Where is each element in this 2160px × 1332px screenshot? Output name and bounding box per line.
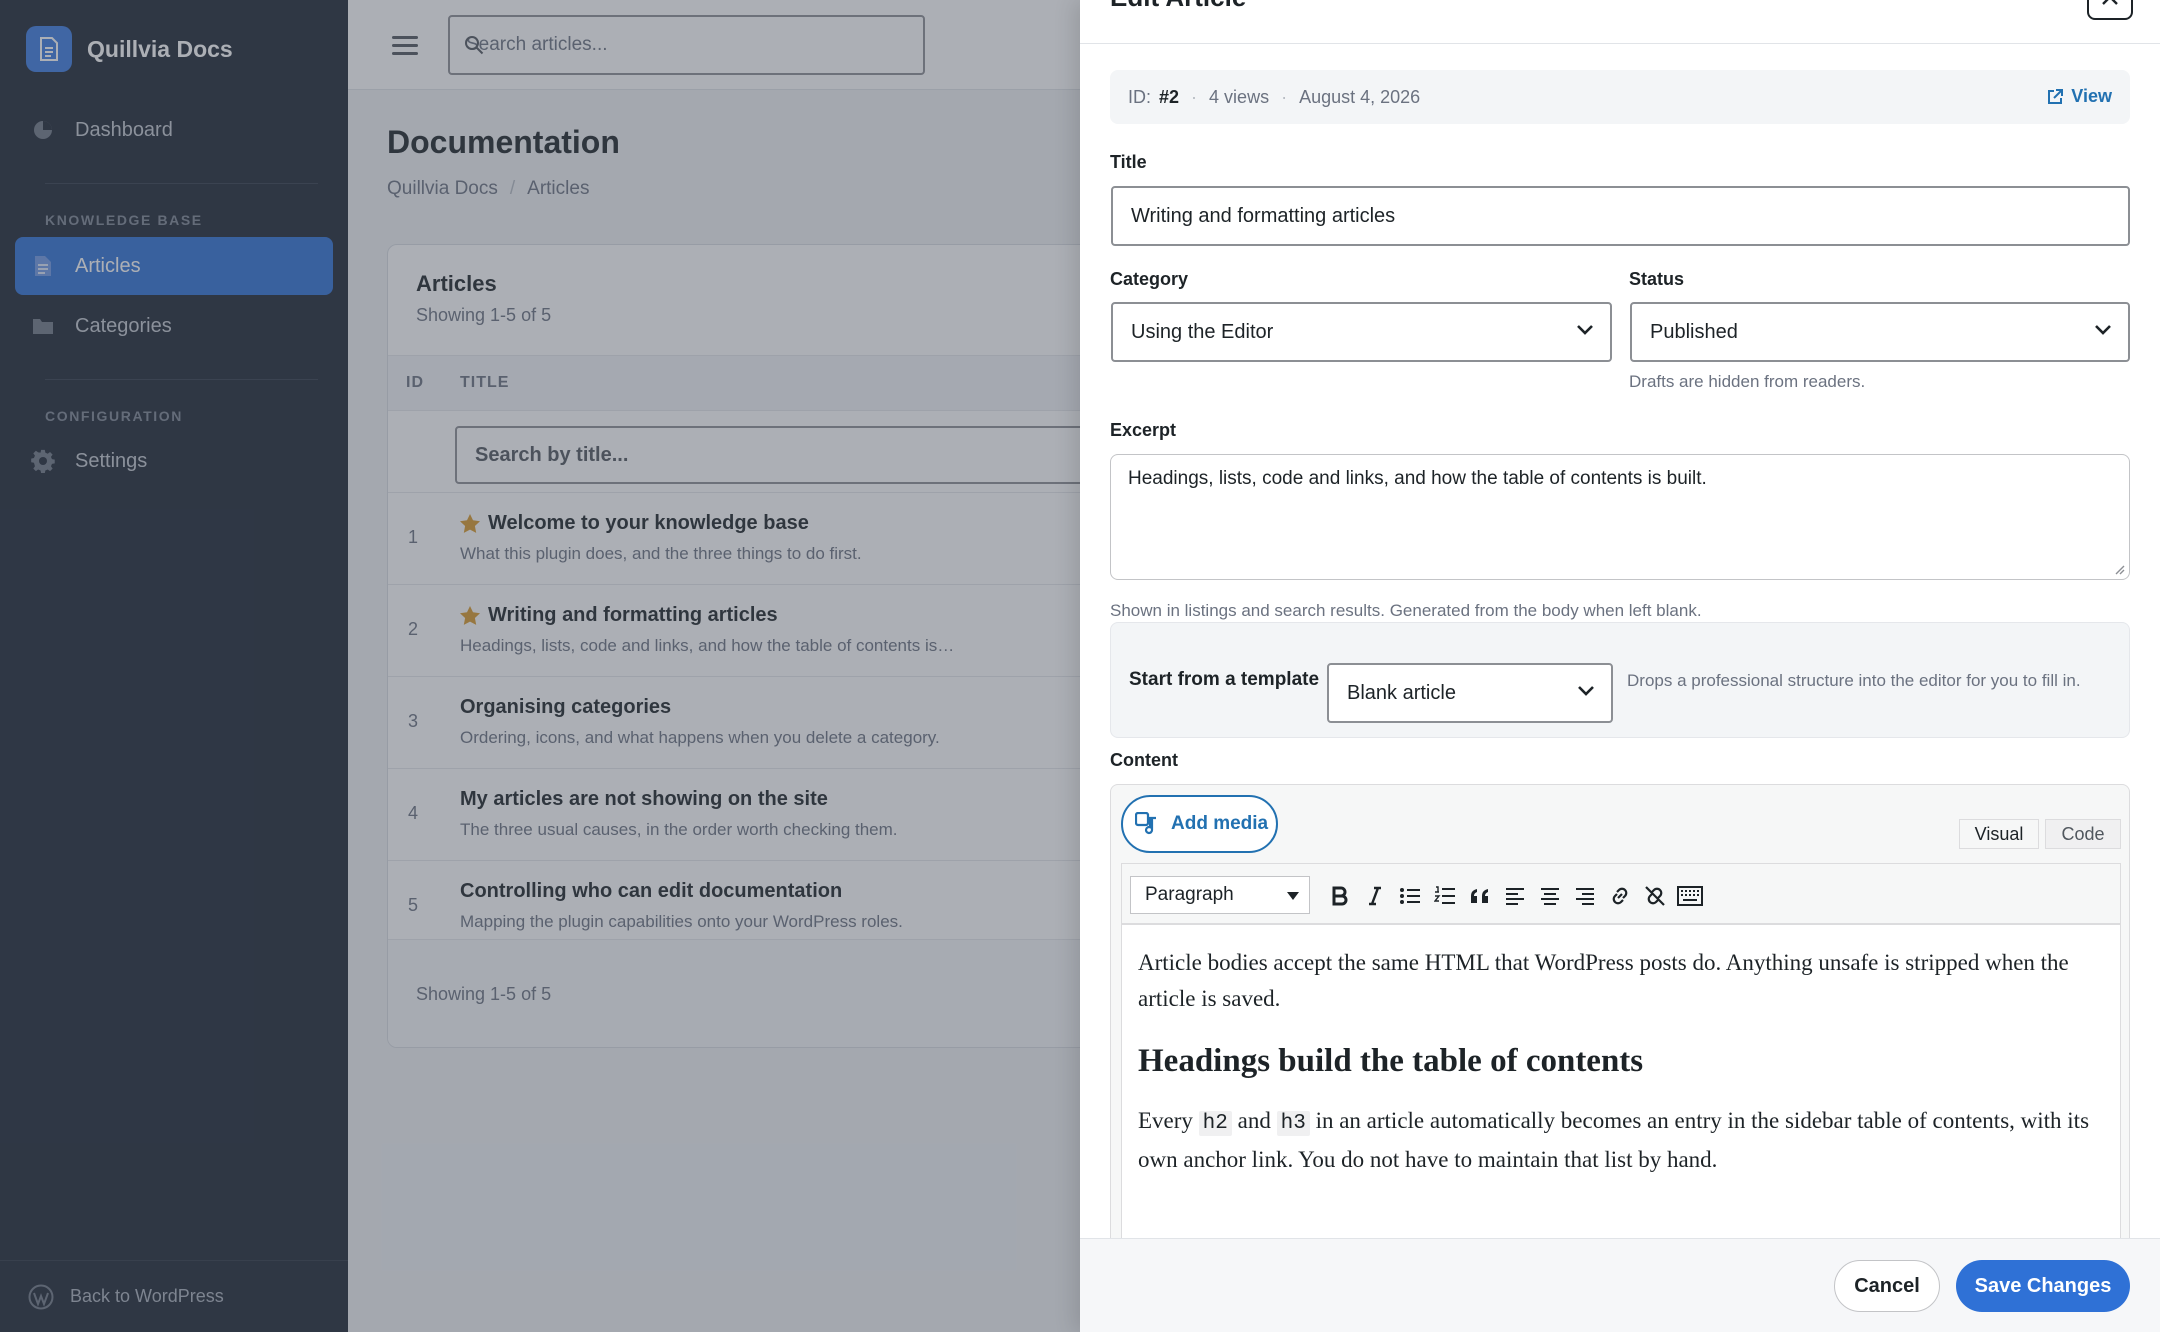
editor-inline-code: h3 xyxy=(1276,1111,1310,1136)
editor-toolbar: Paragraph xyxy=(1121,863,2121,925)
add-media-label: Add media xyxy=(1171,813,1269,834)
title-input-value: Writing and formatting articles xyxy=(1131,204,1396,227)
quote-icon xyxy=(1471,889,1488,903)
insert-link-button[interactable] xyxy=(1602,878,1638,914)
panel-title: Edit Article xyxy=(1110,0,1246,13)
chevron-down-icon xyxy=(1578,686,1594,696)
italic-icon xyxy=(1369,886,1381,906)
bold-icon xyxy=(1332,886,1348,906)
excerpt-label: Excerpt xyxy=(1110,420,1177,440)
status-select-value: Published xyxy=(1650,320,1738,343)
meta-separator: · xyxy=(1191,86,1198,107)
keyboard-icon xyxy=(1677,886,1703,906)
align-right-icon xyxy=(1576,888,1594,905)
close-button[interactable] xyxy=(2087,0,2133,20)
align-center-button[interactable] xyxy=(1532,878,1568,914)
align-right-button[interactable] xyxy=(1567,878,1603,914)
editor-text: and xyxy=(1237,1108,1271,1133)
content-label: Content xyxy=(1110,750,1178,770)
panel-footer: Cancel Save Changes xyxy=(1080,1238,2160,1332)
bullet-list-icon xyxy=(1400,888,1420,904)
meta-date: August 4, 2026 xyxy=(1299,86,1421,107)
align-center-icon xyxy=(1541,888,1559,905)
chevron-down-icon xyxy=(2095,325,2111,335)
status-label: Status xyxy=(1629,269,1685,289)
save-changes-button[interactable]: Save Changes xyxy=(1956,1260,2130,1312)
meta-id-label: ID: xyxy=(1128,86,1152,107)
editor-heading: Headings build the table of contents xyxy=(1138,1043,1644,1079)
format-select[interactable]: Paragraph xyxy=(1130,876,1310,914)
meta-separator: · xyxy=(1281,86,1288,107)
template-help: Drops a professional structure into the … xyxy=(1627,671,2081,690)
view-link-label: View xyxy=(2071,86,2112,106)
panel-header: Edit Article xyxy=(1080,0,2160,44)
excerpt-textarea[interactable]: Headings, lists, code and links, and how… xyxy=(1110,454,2130,580)
italic-button[interactable] xyxy=(1357,878,1393,914)
category-select-value: Using the Editor xyxy=(1131,320,1274,343)
category-select[interactable]: Using the Editor xyxy=(1111,302,1612,362)
align-left-button[interactable] xyxy=(1497,878,1533,914)
category-label: Category xyxy=(1110,269,1189,289)
status-select[interactable]: Published xyxy=(1630,302,2130,362)
meta-views: 4 views xyxy=(1209,86,1270,107)
status-help: Drafts are hidden from readers. xyxy=(1629,372,1866,391)
editor-text: Every xyxy=(1138,1108,1193,1133)
meta-id-value: #2 xyxy=(1159,86,1180,107)
link-icon xyxy=(1612,887,1628,905)
format-select-value: Paragraph xyxy=(1145,884,1234,905)
close-icon xyxy=(2102,0,2118,5)
title-input[interactable]: Writing and formatting articles xyxy=(1111,186,2130,246)
tab-visual[interactable]: Visual xyxy=(1959,819,2039,849)
edit-article-panel: Edit Article ID: #2 · 4 views · August 4… xyxy=(1080,0,2160,1332)
title-label: Title xyxy=(1110,152,1147,172)
excerpt-help: Shown in listings and search results. Ge… xyxy=(1110,601,1702,620)
blockquote-button[interactable] xyxy=(1462,878,1498,914)
excerpt-value: Headings, lists, code and links, and how… xyxy=(1128,468,1707,489)
template-bar: Start from a template Blank article Drop… xyxy=(1110,622,2130,738)
remove-link-button[interactable] xyxy=(1637,878,1673,914)
media-icon xyxy=(1135,812,1156,835)
numbered-list-button[interactable] xyxy=(1427,878,1463,914)
template-select-value: Blank article xyxy=(1347,681,1456,704)
align-left-icon xyxy=(1506,888,1524,905)
bullet-list-button[interactable] xyxy=(1392,878,1428,914)
resize-handle-icon[interactable] xyxy=(2113,563,2125,575)
bold-button[interactable] xyxy=(1322,878,1358,914)
add-media-button[interactable]: Add media xyxy=(1121,795,1278,853)
editor-paragraph: Article bodies accept the same HTML that… xyxy=(1138,950,2069,1011)
article-meta: ID: #2 · 4 views · August 4, 2026 View xyxy=(1110,70,2130,124)
modal-backdrop[interactable] xyxy=(0,0,1080,1332)
tab-code[interactable]: Code xyxy=(2045,819,2121,849)
editor-paragraph: Every h2 and h3 in an article automatica… xyxy=(1138,1103,2104,1178)
cancel-button[interactable]: Cancel xyxy=(1834,1260,1940,1312)
toolbar-toggle-button[interactable] xyxy=(1672,878,1708,914)
template-select[interactable]: Blank article xyxy=(1327,663,1613,723)
editor-inline-code: h2 xyxy=(1198,1111,1232,1136)
external-link-icon xyxy=(2048,88,2064,104)
view-link[interactable]: View xyxy=(2047,86,2112,107)
numbered-list-icon xyxy=(1434,886,1455,904)
template-label: Start from a template xyxy=(1129,669,1320,690)
chevron-down-icon xyxy=(1577,325,1593,335)
dropdown-arrow-icon xyxy=(1287,892,1299,900)
unlink-icon xyxy=(1645,886,1665,906)
